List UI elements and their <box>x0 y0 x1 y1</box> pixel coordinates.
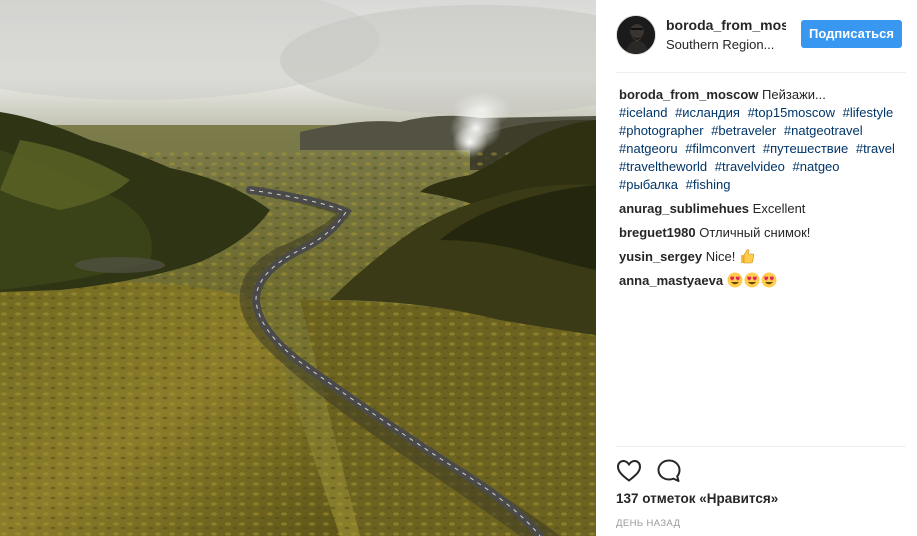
heart-eyes-icon <box>727 272 743 288</box>
comment-item: yusin_sergey Nice! <box>619 248 909 266</box>
hashtag-link[interactable]: #traveltheworld <box>619 159 707 174</box>
hashtag-link[interactable]: #fishing <box>686 177 731 192</box>
caption-text: Пейзажи... <box>762 87 826 102</box>
hashtag-link[interactable]: #natgeoru <box>619 141 678 156</box>
comment-item: breguet1980 Отличный снимок! <box>619 224 909 242</box>
post-side-panel: boroda_from_mos Southern Region... Подпи… <box>596 0 917 536</box>
heart-eyes-icon <box>744 272 760 288</box>
hashtag-link[interactable]: #top15moscow <box>748 105 835 120</box>
comment-button[interactable] <box>656 458 682 484</box>
post-caption: boroda_from_moscow Пейзажи... #iceland #… <box>619 86 909 194</box>
comment-username[interactable]: anna_mastyaeva <box>619 273 723 288</box>
hashtag-link[interactable]: #filmconvert <box>685 141 755 156</box>
hashtag-link[interactable]: #natgeo <box>793 159 840 174</box>
post-timestamp[interactable]: день назад <box>616 518 680 529</box>
heart-eyes-icon <box>761 272 777 288</box>
post-location[interactable]: Southern Region... <box>666 36 786 53</box>
comment-text: Отличный снимок! <box>699 225 811 240</box>
author-avatar[interactable] <box>616 15 656 55</box>
hashtag-link[interactable]: #photographer <box>619 123 704 138</box>
comment-text: Excellent <box>752 201 806 216</box>
comment-item: anurag_sublimehues Excellent <box>619 200 909 218</box>
heart-outline-icon <box>616 459 642 482</box>
speech-bubble-icon <box>657 459 681 482</box>
post-photo[interactable] <box>0 0 596 536</box>
comments-list: boroda_from_moscow Пейзажи... #iceland #… <box>619 86 909 290</box>
hashtag-list: #iceland #исландия #top15moscow #lifesty… <box>619 105 899 192</box>
hashtag-link[interactable]: #рыбалка <box>619 177 678 192</box>
like-button[interactable] <box>616 458 642 484</box>
hashtag-link[interactable]: #путешествие <box>763 141 848 156</box>
likes-count[interactable]: 137 отметок «Нравится» <box>616 491 778 506</box>
author-info: boroda_from_mos Southern Region... <box>666 17 786 53</box>
comment-username[interactable]: yusin_sergey <box>619 249 702 264</box>
comment-username[interactable]: breguet1980 <box>619 225 696 240</box>
hashtag-link[interactable]: #natgeotravel <box>784 123 863 138</box>
hashtag-link[interactable]: #iceland <box>619 105 667 120</box>
follow-button[interactable]: Подписаться <box>800 20 902 48</box>
comment-username[interactable]: anurag_sublimehues <box>619 201 749 216</box>
hashtag-link[interactable]: #travel <box>856 141 895 156</box>
divider <box>616 72 906 73</box>
author-username[interactable]: boroda_from_mos <box>666 17 786 34</box>
divider <box>616 446 906 447</box>
thumbs-up-icon <box>740 249 755 264</box>
post-header: boroda_from_mos Southern Region... Подпи… <box>616 10 904 60</box>
hashtag-link[interactable]: #travelvideo <box>715 159 785 174</box>
caption-username[interactable]: boroda_from_moscow <box>619 87 758 102</box>
comment-text: Nice! <box>705 249 736 264</box>
hashtag-link[interactable]: #lifestyle <box>843 105 894 120</box>
instagram-post: boroda_from_mos Southern Region... Подпи… <box>0 0 917 536</box>
hashtag-link[interactable]: #исландия <box>675 105 740 120</box>
comment-item: anna_mastyaeva <box>619 272 909 290</box>
hashtag-link[interactable]: #betraveler <box>711 123 776 138</box>
landscape-photo <box>0 0 596 536</box>
post-actions <box>616 458 696 484</box>
